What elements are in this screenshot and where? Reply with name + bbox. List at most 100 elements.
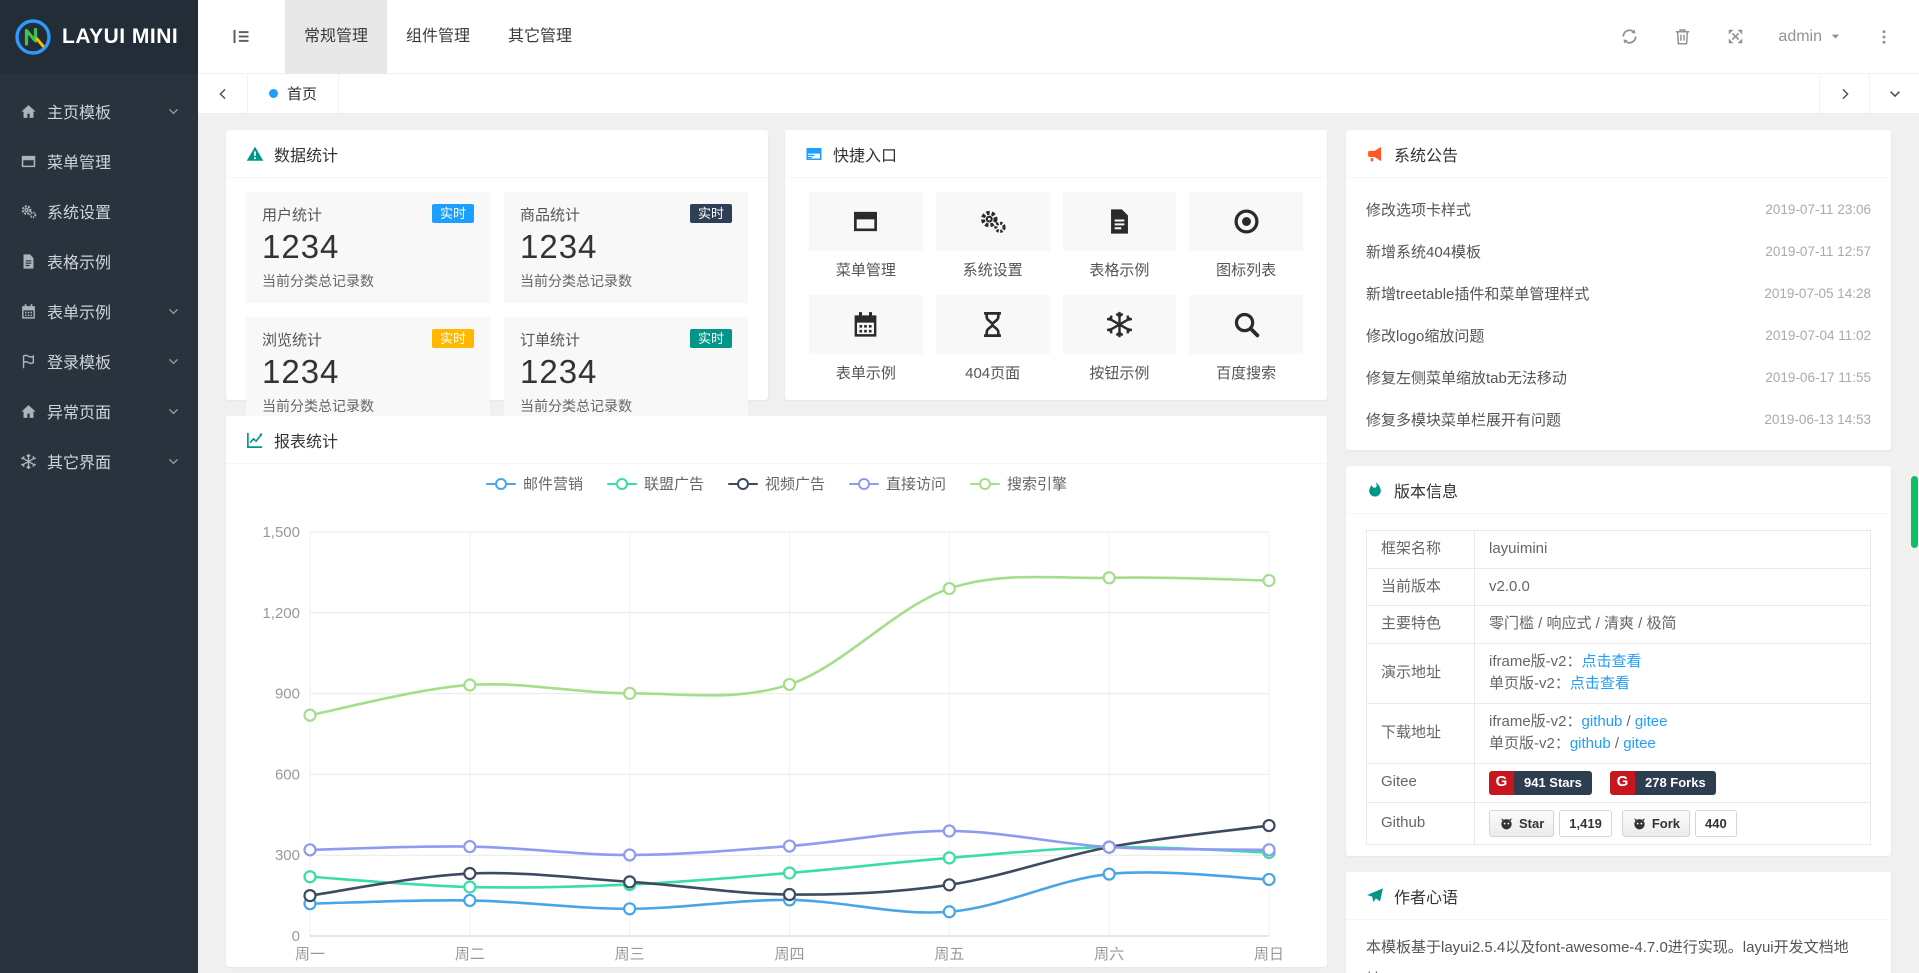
kebab-menu-icon: [1875, 28, 1893, 46]
sidebar-menu: 主页模板 菜单管理 系统设置 表格示例 表单示例 登录模板 异常页面: [0, 74, 198, 486]
svg-text:周六: 周六: [1094, 946, 1124, 963]
refresh-button[interactable]: [1603, 27, 1656, 46]
legend-marker-icon: [728, 478, 758, 490]
sidebar-item-error-pages[interactable]: 异常页面: [0, 386, 198, 436]
tab-scroll-right-button[interactable]: [1819, 74, 1869, 113]
file-icon: [20, 253, 37, 270]
github-star-count[interactable]: 1,419: [1559, 810, 1612, 838]
caret-down-icon: [1829, 30, 1842, 43]
sidebar-item-table-demo[interactable]: 表格示例: [0, 236, 198, 286]
sidebar-item-menu-manage[interactable]: 菜单管理: [0, 136, 198, 186]
legend-item[interactable]: 直接访问: [849, 473, 946, 494]
app-logo[interactable]: LAYUI MINI: [0, 0, 198, 74]
quick-item-menu-manage[interactable]: 菜单管理: [809, 192, 923, 283]
clear-cache-button[interactable]: [1656, 27, 1709, 46]
nav-tab-other[interactable]: 其它管理: [489, 0, 591, 74]
stat-box-goods: 商品统计 实时 1234 当前分类总记录数: [504, 192, 748, 303]
version-table: 框架名称 layuimini 当前版本 v2.0.0 主要特色 零门槛 / 响应…: [1366, 530, 1871, 845]
svg-text:1,500: 1,500: [262, 524, 300, 541]
github-icon: [1632, 816, 1647, 831]
quick-item-icon-list[interactable]: 图标列表: [1189, 192, 1303, 283]
card-header: 系统公告: [1346, 130, 1891, 178]
nav-tab-components[interactable]: 组件管理: [387, 0, 489, 74]
expand-icon: [1726, 27, 1745, 46]
announcement-item[interactable]: 修改logo缩放问题 2019-07-04 11:02: [1366, 314, 1871, 356]
sidebar-item-home-template[interactable]: 主页模板: [0, 86, 198, 136]
demo-link[interactable]: 点击查看: [1570, 675, 1630, 692]
quick-item-baidu-search[interactable]: 百度搜索: [1189, 295, 1303, 386]
report-chart-card: 报表统计 邮件营销联盟广告视频广告直接访问搜索引擎 周一周二周三周四周五周六周日…: [226, 416, 1327, 967]
gitee-forks-badge[interactable]: G278 Forks: [1610, 771, 1716, 795]
svg-text:900: 900: [275, 686, 300, 703]
snowflake-icon: [1105, 310, 1134, 339]
quick-entry-card: 快捷入口 菜单管理 系统设置 表格示例: [785, 130, 1327, 400]
quick-item-table-demo[interactable]: 表格示例: [1063, 192, 1177, 283]
stat-sub-label: 当前分类总记录数: [520, 396, 732, 416]
announcement-item[interactable]: 修复多模块菜单栏展开有问题 2019-06-13 14:53: [1366, 398, 1871, 440]
menu-fold-button[interactable]: [198, 26, 285, 47]
legend-item[interactable]: 搜索引擎: [970, 473, 1067, 494]
stat-value: 1234: [262, 353, 474, 391]
github-star-button[interactable]: Star: [1489, 810, 1554, 838]
legend-item[interactable]: 联盟广告: [607, 473, 704, 494]
home-icon: [20, 403, 37, 420]
vertical-scrollbar-thumb[interactable]: [1911, 476, 1918, 548]
legend-label: 直接访问: [886, 473, 946, 494]
download-link-gitee[interactable]: gitee: [1635, 713, 1668, 730]
github-fork-button[interactable]: Fork: [1622, 810, 1690, 838]
gitee-stars-badge[interactable]: G941 Stars: [1489, 771, 1592, 795]
app-title: LAYUI MINI: [62, 25, 178, 49]
sidebar: LAYUI MINI 主页模板 菜单管理 系统设置 表格示例 表单示例 登录模板: [0, 0, 198, 973]
tab-operations-button[interactable]: [1869, 74, 1919, 113]
hourglass-icon: [978, 310, 1007, 339]
quick-item-404-page[interactable]: 404页面: [936, 295, 1050, 386]
legend-item[interactable]: 邮件营销: [486, 473, 583, 494]
more-menu-button[interactable]: [1858, 28, 1893, 46]
legend-marker-icon: [970, 478, 1000, 490]
download-link-github[interactable]: github: [1570, 735, 1611, 752]
table-row: Gitee G941 Stars G278 Forks: [1367, 763, 1871, 802]
github-fork-count[interactable]: 440: [1695, 810, 1737, 838]
fold-menu-icon: [231, 26, 252, 47]
dot-circle-icon: [1232, 207, 1261, 236]
announcement-list: 修改选项卡样式 2019-07-11 23:06 新增系统404模板 2019-…: [1366, 188, 1871, 440]
tab-scroll-left-button[interactable]: [198, 74, 248, 113]
quick-item-button-demo[interactable]: 按钮示例: [1063, 295, 1177, 386]
legend-item[interactable]: 视频广告: [728, 473, 825, 494]
quick-item-system-settings[interactable]: 系统设置: [936, 192, 1050, 283]
sidebar-item-form-demo[interactable]: 表单示例: [0, 286, 198, 336]
chevron-down-icon: [167, 405, 180, 418]
sidebar-item-login-template[interactable]: 登录模板: [0, 336, 198, 386]
sidebar-item-other-ui[interactable]: 其它界面: [0, 436, 198, 486]
username: admin: [1778, 28, 1822, 46]
quick-grid: 菜单管理 系统设置 表格示例 图标列表: [809, 192, 1303, 386]
card-title: 版本信息: [1394, 478, 1458, 502]
download-link-github[interactable]: github: [1582, 713, 1623, 730]
stat-box-orders: 订单统计 实时 1234 当前分类总记录数: [504, 317, 748, 428]
announcement-item[interactable]: 新增系统404模板 2019-07-11 12:57: [1366, 230, 1871, 272]
download-link-gitee[interactable]: gitee: [1623, 735, 1656, 752]
user-menu[interactable]: admin: [1762, 28, 1858, 46]
chart-legend: 邮件营销 联盟广告 视频广告 直接访问 搜索引擎: [226, 473, 1327, 497]
fullscreen-button[interactable]: [1709, 27, 1762, 46]
tab-home[interactable]: 首页: [248, 74, 339, 113]
nav-tab-regular[interactable]: 常规管理: [285, 0, 387, 74]
announcement-item[interactable]: 新增treetable插件和菜单管理样式 2019-07-05 14:28: [1366, 272, 1871, 314]
demo-link[interactable]: 点击查看: [1582, 653, 1642, 670]
trash-icon: [1673, 27, 1692, 46]
sidebar-item-system-settings[interactable]: 系统设置: [0, 186, 198, 236]
announcement-date: 2019-07-05 14:28: [1764, 286, 1871, 301]
svg-text:1,200: 1,200: [262, 605, 300, 622]
announcement-item[interactable]: 修改选项卡样式 2019-07-11 23:06: [1366, 188, 1871, 230]
card-title: 报表统计: [274, 428, 338, 452]
svg-text:周一: 周一: [295, 946, 325, 963]
card-title: 快捷入口: [833, 142, 897, 166]
stat-value: 1234: [520, 228, 732, 266]
legend-label: 视频广告: [765, 473, 825, 494]
quick-item-form-demo[interactable]: 表单示例: [809, 295, 923, 386]
svg-text:周五: 周五: [934, 946, 964, 963]
announcement-date: 2019-06-13 14:53: [1764, 412, 1871, 427]
legend-marker-icon: [849, 478, 879, 490]
card-header: 报表统计: [226, 416, 1327, 464]
announcement-item[interactable]: 修复左侧菜单缩放tab无法移动 2019-06-17 11:55: [1366, 356, 1871, 398]
